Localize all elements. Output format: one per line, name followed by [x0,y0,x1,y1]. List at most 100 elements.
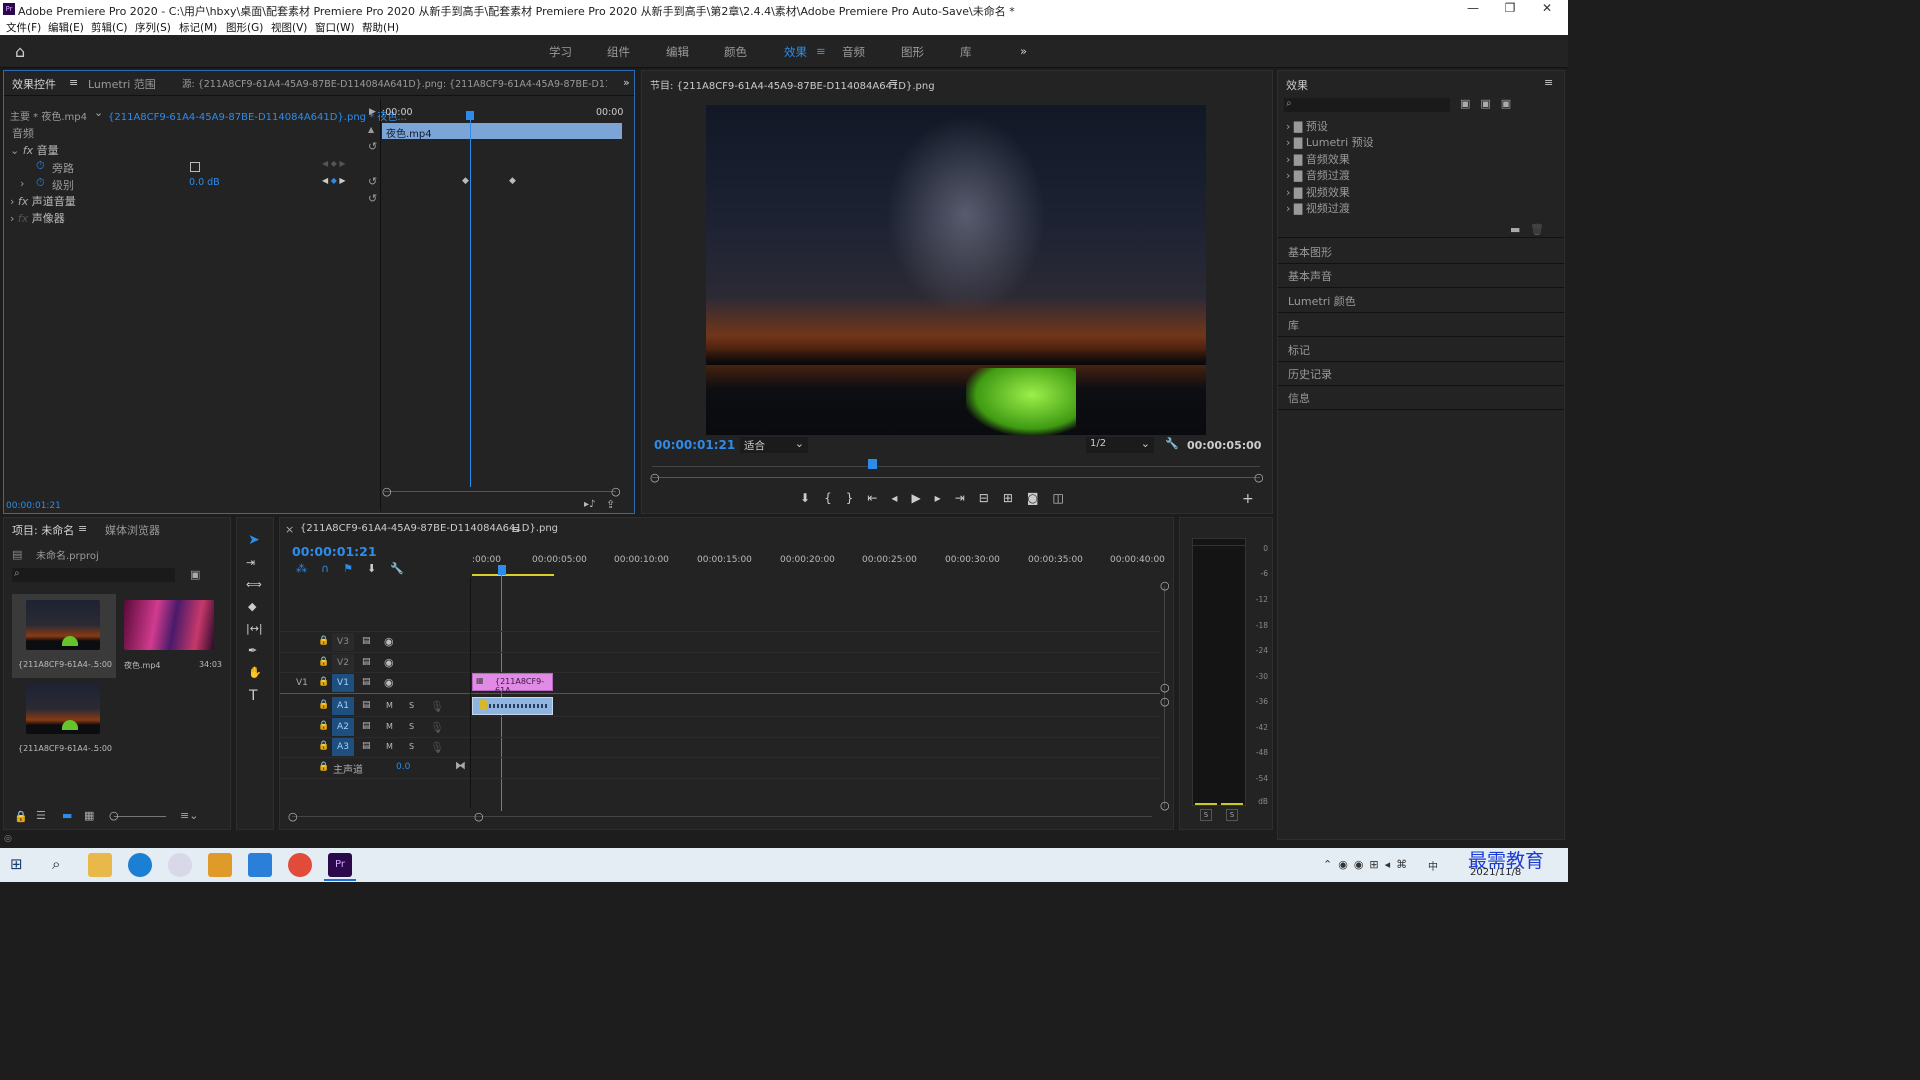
pen-tool-icon[interactable]: ✒ [248,644,257,657]
effect-volume[interactable]: ⌄ fx 音量 [10,142,59,158]
panel-history[interactable]: 历史记录 [1288,366,1332,382]
track-lock-icon[interactable]: 🔒 [318,677,329,687]
project-search-input[interactable]: ⌕ [12,568,175,582]
file-explorer-icon[interactable] [88,853,112,877]
sort-icon[interactable]: ≡⌄ [180,809,198,822]
track-select-tool-icon[interactable]: ⇥ [246,556,255,569]
solo-button[interactable]: S [409,742,414,751]
new-bin-icon[interactable]: ▬ [1510,223,1520,236]
menu-marker[interactable]: 标记(M) [179,20,217,35]
panel-expand-icon[interactable]: » [623,76,630,89]
workspace-effects[interactable]: 效果 [784,44,807,60]
scroll-handle[interactable]: ○ [1160,695,1170,708]
tab-lumetri-scopes[interactable]: Lumetri 范围 [88,76,156,92]
lock-icon[interactable]: 🔒 [14,810,28,823]
tab-effect-controls[interactable]: 效果控件 [12,76,56,92]
ime-indicator[interactable]: 中 [1428,858,1438,873]
panel-info[interactable]: 信息 [1288,390,1310,406]
zoom-slider[interactable] [114,816,166,817]
freeform-view-icon[interactable]: ▦ [84,809,94,822]
zoom-slider-handle[interactable]: ○ [109,809,119,822]
transport-controls[interactable]: ⬇{}⇤◂▶▸⇥⊟⊞◙◫ [800,491,1078,505]
folder-audio-effects[interactable]: › ▇ 音频效果 [1286,152,1374,168]
workspace-audio[interactable]: 音频 [842,44,865,60]
keyframe-nav[interactable]: ◀ ◆ ▶ [322,159,346,168]
folder-video-transitions[interactable]: › ▇ 视频过渡 [1286,201,1374,217]
eye-icon[interactable]: ◉ [384,635,394,648]
project-item-selected[interactable]: {211A8CF9-61A4-... 5:00 [12,594,116,678]
audio-clip[interactable] [472,697,553,715]
slip-tool-icon[interactable]: |↔| [246,622,263,635]
menu-clip[interactable]: 剪辑(C) [91,20,128,35]
panel-menu-icon[interactable]: ≡ [69,76,78,89]
zoom-handle[interactable]: ○ [650,471,660,484]
panel-essential-sound[interactable]: 基本声音 [1288,268,1332,284]
panel-essential-graphics[interactable]: 基本图形 [1288,244,1332,260]
reset-icon[interactable]: ↺ [368,140,377,153]
menu-window[interactable]: 窗口(W) [315,20,355,35]
type-tool-icon[interactable]: T [249,688,258,704]
ec-zoom-scrollbar[interactable] [384,491,616,492]
fit-dropdown[interactable]: 适合 ⌄ [740,437,808,453]
effects-title[interactable]: 效果 [1286,77,1308,93]
workspace-libraries[interactable]: 库 [960,44,972,60]
mute-button[interactable]: M [386,701,393,710]
accelerated-effects-icons[interactable]: ▣▣▣ [1460,97,1521,110]
add-button-icon[interactable]: + [1242,491,1254,507]
solo-button[interactable]: S [409,722,414,731]
zoom-handle[interactable]: ○ [288,810,298,823]
play-only-icon[interactable]: ▸♪ [584,499,595,510]
track-a1[interactable]: A1 [332,697,354,715]
app-icon[interactable] [168,853,192,877]
play-only-audio-icon[interactable]: ▶ [369,107,376,117]
track-lock-icon[interactable]: 🔒 [318,700,329,710]
export-icon[interactable]: ⇪ [606,498,615,511]
keyframe-nav-active[interactable]: ◀ ◆ ▶ [322,176,346,185]
ripple-edit-tool-icon[interactable]: ⟺ [246,578,262,591]
home-icon[interactable]: ⌂ [15,42,25,61]
track-a2[interactable]: A2 [332,718,354,736]
resolution-dropdown[interactable]: 1/2 ⌄ [1086,437,1154,453]
source-patch-v1[interactable]: V1 [296,678,308,688]
sequence-clip-label[interactable]: {211A8CF9-61A4-45A9-87BE-D114084A641D}.p… [108,108,407,123]
track-lock-icon[interactable]: 🔒 [318,741,329,751]
list-view-icon[interactable]: ☰ [36,809,46,822]
sync-lock-icon[interactable]: ▤ [362,741,371,751]
tab-source[interactable]: 源: {211A8CF9-61A4-45A9-87BE-D114084A641D… [182,76,607,90]
program-zoom-bar[interactable] [652,477,1260,478]
sync-lock-icon[interactable]: ▤ [362,700,371,710]
premiere-taskbar-icon[interactable]: Pr [328,853,352,877]
microphone-icon[interactable]: 🎙 [430,741,444,754]
minimize-button[interactable]: — [1458,1,1488,17]
solo-right-button[interactable]: S [1226,809,1238,821]
program-timecode[interactable]: 00:00:01:21 [654,438,735,452]
effect-channel-volume[interactable]: › fx 声道音量 [10,193,76,209]
track-lock-icon[interactable]: 🔒 [318,636,329,646]
microphone-icon[interactable]: 🎙 [430,700,444,713]
edge-icon[interactable] [128,853,152,877]
close-tab-icon[interactable]: × [285,523,294,536]
video-clip[interactable]: ▦ {211A8CF9-61A [472,673,553,695]
scroll-handle[interactable]: ○ [1160,579,1170,592]
master-clip-label[interactable]: 主要 * 夜色.mp4 [10,108,87,123]
effect-panner[interactable]: › fx 声像器 [10,210,65,226]
program-playhead[interactable] [868,459,877,469]
work-area-bar[interactable] [472,574,554,576]
track-v1[interactable]: V1 [332,674,354,692]
level-value[interactable]: 0.0 dB [189,177,220,188]
panel-lumetri-color[interactable]: Lumetri 颜色 [1288,293,1356,309]
workspace-editing[interactable]: 编辑 [666,44,689,60]
tab-media-browser[interactable]: 媒体浏览器 [105,522,160,538]
wrench-icon[interactable]: 🔧 [1165,437,1179,450]
mute-button[interactable]: M [386,742,393,751]
search-icon[interactable]: ⌕ [52,855,60,873]
track-v3[interactable]: V3 [332,633,354,651]
microphone-icon[interactable]: 🎙 [430,721,444,734]
folder-presets[interactable]: › ▇ 预设 [1286,119,1374,135]
workspace-learn[interactable]: 学习 [549,44,572,60]
track-a3[interactable]: A3 [332,738,354,756]
workspace-assembly[interactable]: 组件 [607,44,630,60]
chrome-icon[interactable] [288,853,312,877]
master-volume-value[interactable]: 0.0 [396,762,410,772]
track-lock-icon[interactable]: 🔒 [318,762,329,772]
